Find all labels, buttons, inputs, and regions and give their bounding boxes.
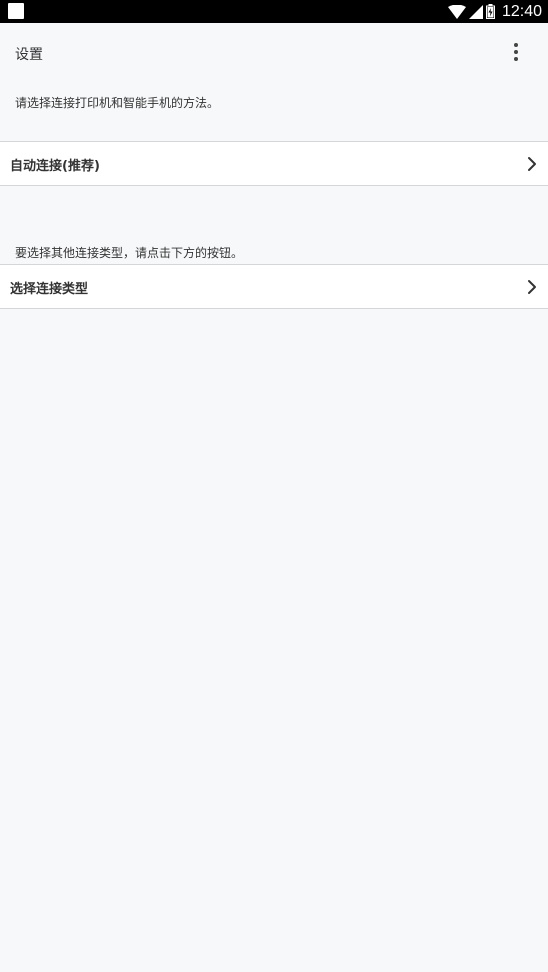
select-connection-type-item[interactable]: 选择连接类型	[0, 264, 548, 309]
other-connection-description: 要选择其他连接类型，请点击下方的按钮。	[15, 246, 244, 260]
intro-description: 请选择连接打印机和智能手机的方法。	[15, 96, 220, 110]
status-bar: 12:40	[0, 0, 548, 23]
wifi-icon	[447, 4, 466, 19]
more-dot	[514, 57, 518, 61]
page-title: 设置	[15, 47, 43, 63]
notification-icon	[8, 3, 24, 19]
chevron-right-icon	[528, 157, 536, 171]
select-connection-type-label: 选择连接类型	[10, 282, 89, 297]
auto-connect-label: 自动连接(推荐)	[10, 159, 100, 174]
app-header: 设置	[0, 23, 548, 81]
auto-connect-item[interactable]: 自动连接(推荐)	[0, 141, 548, 186]
chevron-right-icon	[528, 280, 536, 294]
status-time: 12:40	[501, 2, 542, 20]
more-options-button[interactable]	[504, 40, 528, 64]
battery-icon	[485, 4, 495, 19]
more-dot	[514, 50, 518, 54]
more-vert-icon	[514, 43, 518, 47]
status-icons: 12:40	[447, 0, 542, 23]
signal-icon	[468, 4, 483, 19]
